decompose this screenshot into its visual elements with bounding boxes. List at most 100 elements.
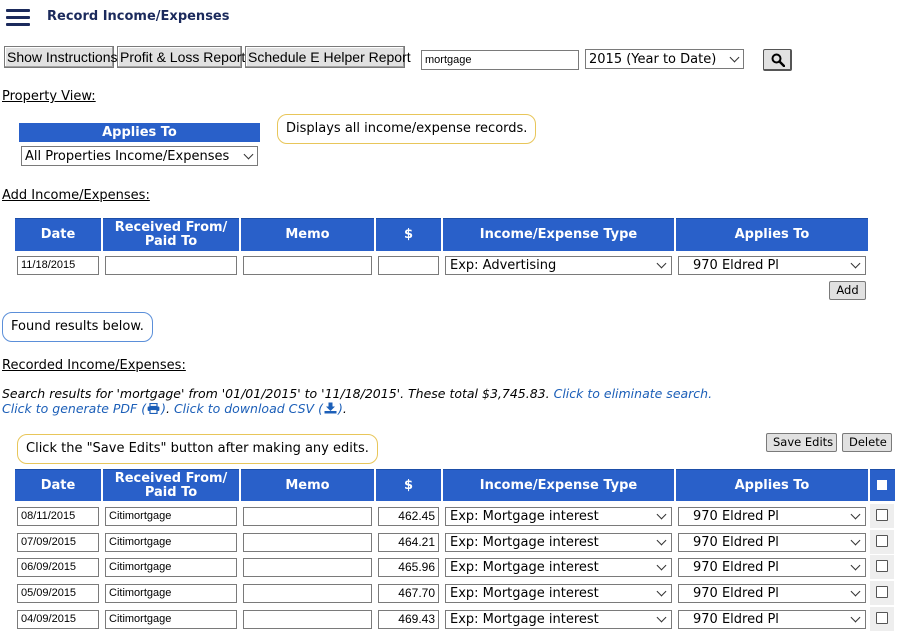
add-type-select[interactable]: Exp: Advertising [445,256,672,275]
col-header-amount: $ [376,218,441,251]
rec-col-header-amount: $ [376,469,441,501]
row-select-cell [870,607,894,631]
profit-loss-report-button[interactable]: Profit & Loss Report [117,46,245,68]
property-view-select[interactable]: All Properties Income/Expenses [21,146,258,166]
row-date-input[interactable]: 07/09/2015 [17,533,99,552]
row-payee-input[interactable]: Citimortgage [105,558,237,577]
chevron-down-icon [656,258,667,269]
row-amount-input[interactable]: 467.70 [378,584,439,603]
row-amount-input[interactable]: 462.45 [378,507,439,526]
row-date-input[interactable]: 05/09/2015 [17,584,99,603]
show-instructions-button[interactable]: Show Instructions [4,46,118,68]
rec-col-header-received-line1: Received From/ [114,470,228,486]
add-type-select-value: Exp: Advertising [450,258,557,273]
download-csv-link[interactable]: Click to download CSV () [174,401,343,416]
row-payee-input[interactable]: Citimortgage [105,584,237,603]
chevron-down-icon [656,586,667,597]
row-select-checkbox[interactable] [876,612,888,624]
add-amount-input[interactable] [378,256,439,275]
add-applies-select-value: 970 Eldred Pl [693,258,779,273]
applies-to-header: Applies To [19,123,260,142]
row-applies-select-value: 970 Eldred Pl [693,586,779,601]
select-all-checkbox[interactable] [876,479,888,491]
row-applies-select-value: 970 Eldred Pl [693,535,779,550]
chevron-down-icon [656,535,667,546]
row-memo-input[interactable] [243,507,372,526]
add-payee-input[interactable] [105,256,237,275]
chevron-down-icon [850,535,861,546]
row-payee-input[interactable]: Citimortgage [105,610,237,629]
search-button[interactable] [763,49,792,71]
row-amount-input[interactable]: 465.96 [378,558,439,577]
rec-col-header-received-line2: Paid To [144,484,198,500]
search-input[interactable]: mortgage [421,50,579,70]
row-date-input[interactable]: 04/09/2015 [17,610,99,629]
row-type-select[interactable]: Exp: Mortgage interest [445,584,672,603]
hamburger-icon[interactable] [6,9,30,27]
row-select-cell [870,581,894,605]
found-results-callout: Found results below. [2,312,153,342]
row-type-select[interactable]: Exp: Mortgage interest [445,533,672,552]
row-date-input[interactable]: 08/11/2015 [17,507,99,526]
row-memo-input[interactable] [243,558,372,577]
period-select-value: 2015 (Year to Date) [589,52,717,67]
period-select[interactable]: 2015 (Year to Date) [585,49,744,69]
row-amount-input[interactable]: 464.21 [378,533,439,552]
row-memo-input[interactable] [243,533,372,552]
col-header-applies: Applies To [676,218,868,251]
row-memo-input[interactable] [243,610,372,629]
row-type-select[interactable]: Exp: Mortgage interest [445,610,672,629]
add-memo-input[interactable] [243,256,372,275]
printer-icon [147,402,160,415]
row-applies-select[interactable]: 970 Eldred Pl [678,558,866,577]
row-applies-select[interactable]: 970 Eldred Pl [678,507,866,526]
chevron-down-icon [850,509,861,520]
chevron-down-icon [850,586,861,597]
rec-col-header-date: Date [15,469,101,501]
add-button[interactable]: Add [829,281,866,300]
rec-col-header-received: Received From/ Paid To [103,469,239,501]
generate-pdf-link[interactable]: Click to generate PDF () [2,401,166,416]
row-select-cell [870,504,894,528]
row-applies-select[interactable]: 970 Eldred Pl [678,610,866,629]
save-edits-button[interactable]: Save Edits [766,433,837,452]
row-select-cell [870,530,894,554]
row-type-select[interactable]: Exp: Mortgage interest [445,507,672,526]
rec-col-header-memo: Memo [241,469,374,501]
row-applies-select[interactable]: 970 Eldred Pl [678,533,866,552]
chevron-down-icon [656,509,667,520]
chevron-down-icon [850,560,861,571]
col-header-received: Received From/ Paid To [103,218,239,251]
chevron-down-icon [850,258,861,269]
row-applies-select[interactable]: 970 Eldred Pl [678,584,866,603]
rec-col-header-applies: Applies To [676,469,868,501]
add-applies-select[interactable]: 970 Eldred Pl [678,256,866,275]
property-view-label: Property View: [2,89,96,104]
delete-button[interactable]: Delete [842,433,892,452]
property-view-callout: Displays all income/expense records. [277,114,537,144]
row-select-checkbox[interactable] [876,535,888,547]
search-summary: Search results for 'mortgage' from '01/0… [2,386,712,401]
row-payee-input[interactable]: Citimortgage [105,533,237,552]
row-applies-select-value: 970 Eldred Pl [693,612,779,627]
row-amount-input[interactable]: 469.43 [378,610,439,629]
row-type-select[interactable]: Exp: Mortgage interest [445,558,672,577]
row-select-checkbox[interactable] [876,586,888,598]
row-type-select-value: Exp: Mortgage interest [450,509,599,524]
row-date-input[interactable]: 06/09/2015 [17,558,99,577]
row-type-select-value: Exp: Mortgage interest [450,586,599,601]
row-payee-input[interactable]: Citimortgage [105,507,237,526]
csv-link-period: . [342,401,347,416]
eliminate-search-link[interactable]: Click to eliminate search. [554,386,712,401]
property-view-select-value: All Properties Income/Expenses [25,149,230,164]
download-csv-link-text: Click to download CSV ( [173,401,323,416]
schedule-e-report-button[interactable]: Schedule E Helper Report [245,46,411,68]
chevron-down-icon [243,149,254,160]
row-select-checkbox[interactable] [876,560,888,572]
col-header-date: Date [15,218,101,251]
add-date-input[interactable]: 11/18/2015 [17,256,99,275]
chevron-down-icon [850,612,861,623]
row-select-checkbox[interactable] [876,509,888,521]
col-header-type: Income/Expense Type [443,218,674,251]
row-memo-input[interactable] [243,584,372,603]
